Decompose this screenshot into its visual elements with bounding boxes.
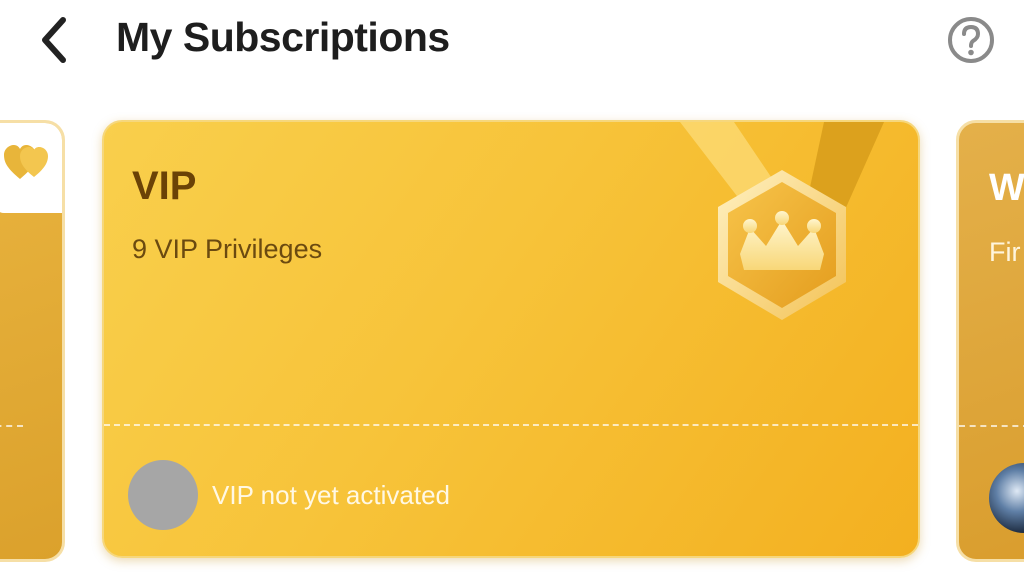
avatar — [989, 463, 1024, 533]
avatar — [128, 460, 198, 530]
vip-privileges-count: 9 VIP Privileges — [132, 234, 323, 264]
card-divider — [0, 425, 23, 427]
subscription-card-next[interactable]: W Fir — [956, 120, 1024, 562]
crown-medal-icon — [680, 122, 884, 320]
subscription-carousel[interactable]: VIP 9 VIP Privileges VIP not yet activat… — [0, 112, 1024, 573]
chevron-left-icon — [42, 17, 66, 63]
card-divider — [104, 424, 918, 426]
subscription-card-vip[interactable]: VIP 9 VIP Privileges VIP not yet activat… — [102, 120, 920, 558]
vip-title: VIP — [132, 164, 197, 208]
hearts-icon — [4, 145, 48, 179]
vip-status-text: VIP not yet activated — [212, 480, 450, 510]
next-card-subtitle: Fir — [989, 237, 1021, 267]
help-button[interactable] — [944, 14, 998, 66]
card-divider — [959, 425, 1024, 427]
back-button[interactable] — [28, 12, 80, 68]
next-card-title: W — [989, 167, 1024, 209]
question-circle-icon — [948, 17, 994, 63]
subscription-card-previous[interactable] — [0, 120, 65, 562]
header-bar: My Subscriptions — [0, 0, 1024, 85]
page-title: My Subscriptions — [116, 14, 450, 60]
